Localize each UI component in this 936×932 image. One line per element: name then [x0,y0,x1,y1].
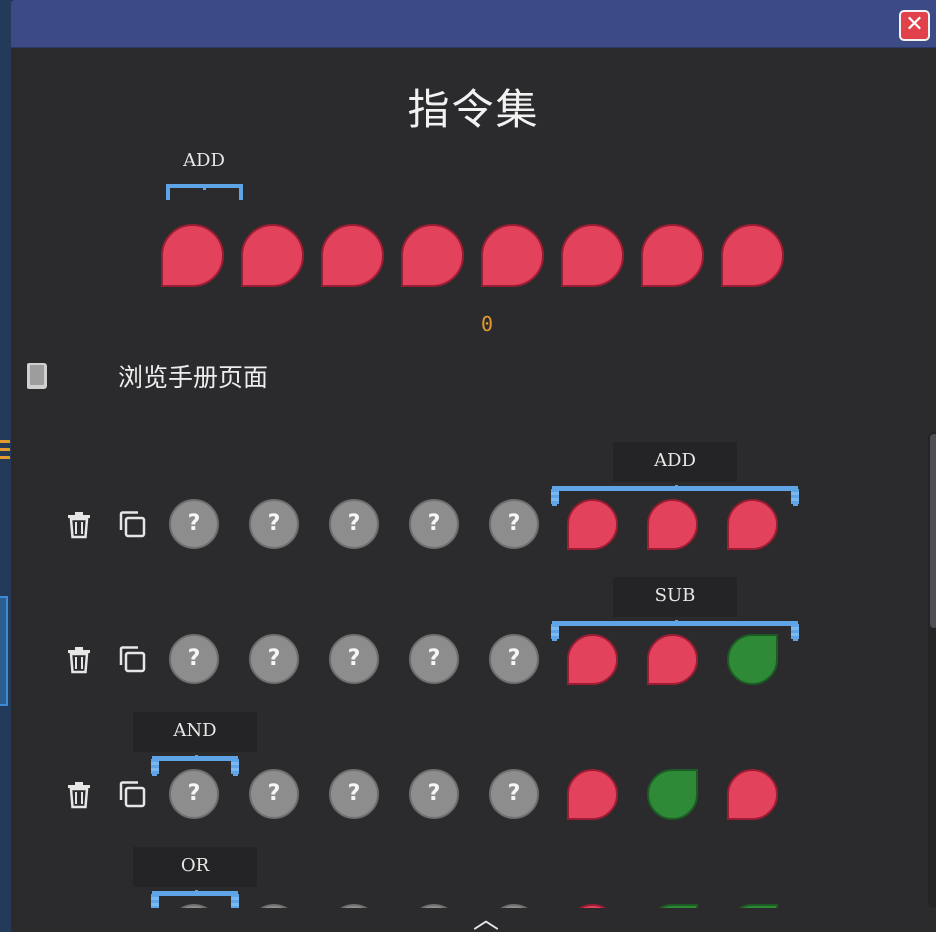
op-label: OR [133,847,257,887]
pattern-drop-green[interactable] [647,769,698,820]
input-slot[interactable]: ? [489,769,539,819]
instruction-row-or[interactable]: OR????? [11,835,911,908]
copy-icon[interactable] [117,509,147,539]
trash-icon[interactable] [67,511,91,539]
pattern-drop-green[interactable] [647,904,698,908]
input-slot[interactable]: ? [489,499,539,549]
input-slot[interactable]: ? [409,769,459,819]
copy-icon[interactable] [117,779,147,809]
edge-mark [0,448,10,451]
bit-drop-red [481,224,544,287]
scrollbar[interactable] [928,432,936,908]
input-slot[interactable]: ? [169,499,219,549]
input-slot[interactable]: ? [409,499,459,549]
edge-mark [0,440,10,443]
pattern-drop-red[interactable] [727,769,778,820]
preview-bracket [166,184,243,200]
bit-drop-red [401,224,464,287]
bit-drop-red [721,224,784,287]
input-slot[interactable]: ? [329,499,379,549]
browse-manual-link[interactable]: 浏览手册页面 [27,358,268,394]
book-icon [27,363,47,389]
preview-value: 0 [481,312,494,336]
input-slot[interactable]: ? [249,769,299,819]
scrollbar-thumb[interactable] [930,434,936,628]
pattern-drop-green[interactable] [727,634,778,685]
pattern-drop-red[interactable] [567,904,618,908]
input-slot[interactable]: ? [409,904,459,908]
input-slot[interactable]: ? [329,904,379,908]
input-slot[interactable]: ? [169,769,219,819]
chevron-up-icon[interactable]: ︿ [473,907,499,932]
copy-icon[interactable] [117,644,147,674]
bit-drop-red [641,224,704,287]
input-slot[interactable]: ? [409,634,459,684]
title-bar[interactable]: ✕ [11,0,936,48]
op-label: SUB [613,577,737,617]
op-label: AND [133,712,257,752]
instruction-list[interactable]: ADD?????SUB?????AND?????OR????? [11,430,911,908]
close-button[interactable]: ✕ [899,10,930,41]
instruction-row-sub[interactable]: SUB????? [11,565,911,701]
pattern-drop-red[interactable] [567,634,618,685]
input-slot[interactable]: ? [169,634,219,684]
background-node [0,596,8,706]
manual-link-label: 浏览手册页面 [118,363,269,392]
input-slot[interactable]: ? [249,634,299,684]
instruction-row-and[interactable]: AND????? [11,700,911,836]
instruction-set-dialog: ✕ 指令集 ADD 0 浏览手册页面 ADD????? SUB????? AND??… [11,0,936,932]
preview-op-label: ADD [183,150,225,171]
edge-mark [0,456,10,459]
pattern-drop-red[interactable] [567,499,618,550]
op-label: ADD [613,442,737,482]
bit-drop-red [161,224,224,287]
pattern-drop-red[interactable] [647,634,698,685]
bit-drop-red [321,224,384,287]
input-slot[interactable]: ? [329,769,379,819]
input-slot[interactable]: ? [249,904,299,908]
pattern-drop-green[interactable] [727,904,778,908]
trash-icon[interactable] [67,781,91,809]
pattern-drop-red[interactable] [647,499,698,550]
trash-icon[interactable] [67,646,91,674]
input-slot[interactable]: ? [329,634,379,684]
input-slot[interactable]: ? [249,499,299,549]
bit-drop-red [241,224,304,287]
preview-bit-row [161,224,784,287]
page-title: 指令集 [407,85,540,134]
pattern-drop-red[interactable] [727,499,778,550]
input-slot[interactable]: ? [489,634,539,684]
instruction-row-add[interactable]: ADD????? [11,430,911,566]
bit-drop-red [561,224,624,287]
pattern-drop-red[interactable] [567,769,618,820]
